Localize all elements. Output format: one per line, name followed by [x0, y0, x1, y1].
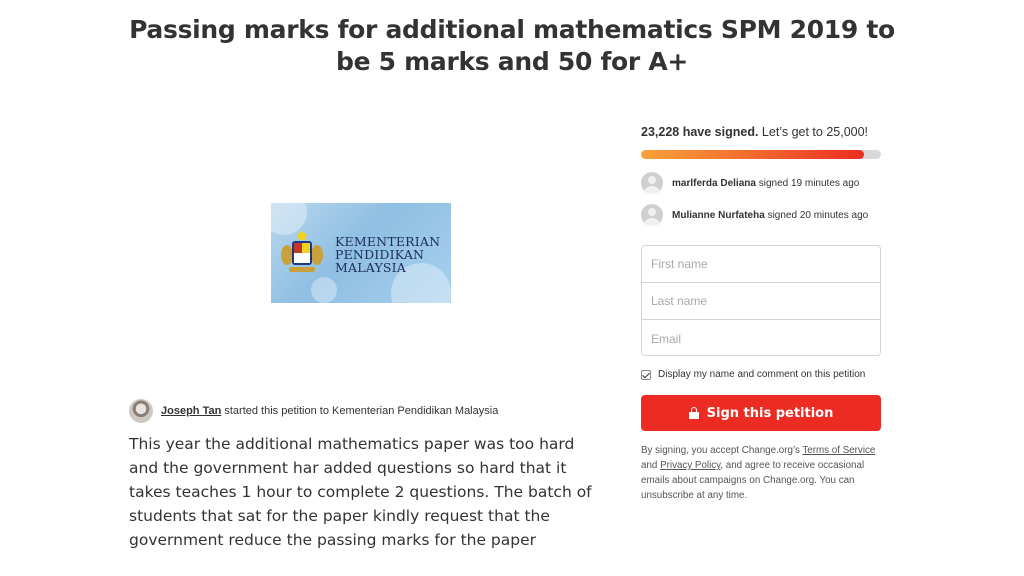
starter-suffix: started this petition to Kementerian Pen… [224, 405, 499, 417]
bokeh-light [311, 277, 337, 303]
display-name-label[interactable]: Display my name and comment on this peti… [658, 369, 865, 380]
signer-name: marlferda Deliana [672, 177, 756, 189]
sign-petition-button[interactable]: Sign this petition [641, 395, 881, 431]
user-avatar-icon [641, 204, 663, 226]
sign-button-label: Sign this petition [706, 405, 834, 421]
starter-avatar[interactable] [129, 399, 153, 423]
legal-prefix: By signing, you accept Change.org’s [641, 445, 800, 456]
recent-signer: marlferda Deliana signed 19 minutes ago [641, 171, 881, 195]
petition-starter: Joseph Tan started this petition to Keme… [129, 399, 498, 423]
first-name-input[interactable] [642, 246, 880, 283]
email-input[interactable] [642, 320, 880, 355]
lock-icon [688, 407, 699, 419]
signer-name: Mulianne Nurfateha [672, 209, 765, 221]
signature-progress-bar [641, 150, 881, 159]
legal-and: and [641, 460, 658, 471]
signature-count: 23,228 have signed. Let’s get to 25,000! [641, 124, 881, 140]
signature-panel: 23,228 have signed. Let’s get to 25,000!… [641, 124, 881, 235]
petition-image: KEMENTERIAN PENDIDIKAN MALAYSIA [271, 203, 451, 303]
progress-fill [641, 150, 864, 159]
last-name-input[interactable] [642, 283, 880, 320]
ministry-logo-text: KEMENTERIAN PENDIDIKAN MALAYSIA [335, 235, 447, 274]
display-name-checkbox[interactable] [641, 369, 651, 380]
petition-body: This year the additional mathematics pap… [129, 435, 592, 549]
recent-signer: Mulianne Nurfateha signed 20 minutes ago [641, 203, 881, 227]
signer-time: signed 19 minutes ago [758, 177, 860, 189]
sign-form [641, 245, 881, 356]
petition-title: Passing marks for additional mathematics… [129, 15, 895, 76]
coat-of-arms-icon [281, 231, 323, 272]
signed-count: 23,228 have signed. [641, 125, 759, 139]
goal-text: Let’s get to 25,000! [761, 125, 869, 139]
signer-time: signed 20 minutes ago [767, 209, 869, 221]
user-avatar-icon [641, 172, 663, 194]
recent-signers: marlferda Deliana signed 19 minutes ago … [641, 171, 881, 227]
display-name-option: Display my name and comment on this peti… [641, 369, 865, 380]
legal-notice: By signing, you accept Change.org’s Term… [641, 443, 881, 503]
terms-of-service-link[interactable]: Terms of Service [802, 445, 875, 456]
privacy-policy-link[interactable]: Privacy Policy [660, 460, 720, 471]
starter-name-link[interactable]: Joseph Tan [161, 405, 221, 417]
logo-line: MALAYSIA [335, 260, 407, 275]
